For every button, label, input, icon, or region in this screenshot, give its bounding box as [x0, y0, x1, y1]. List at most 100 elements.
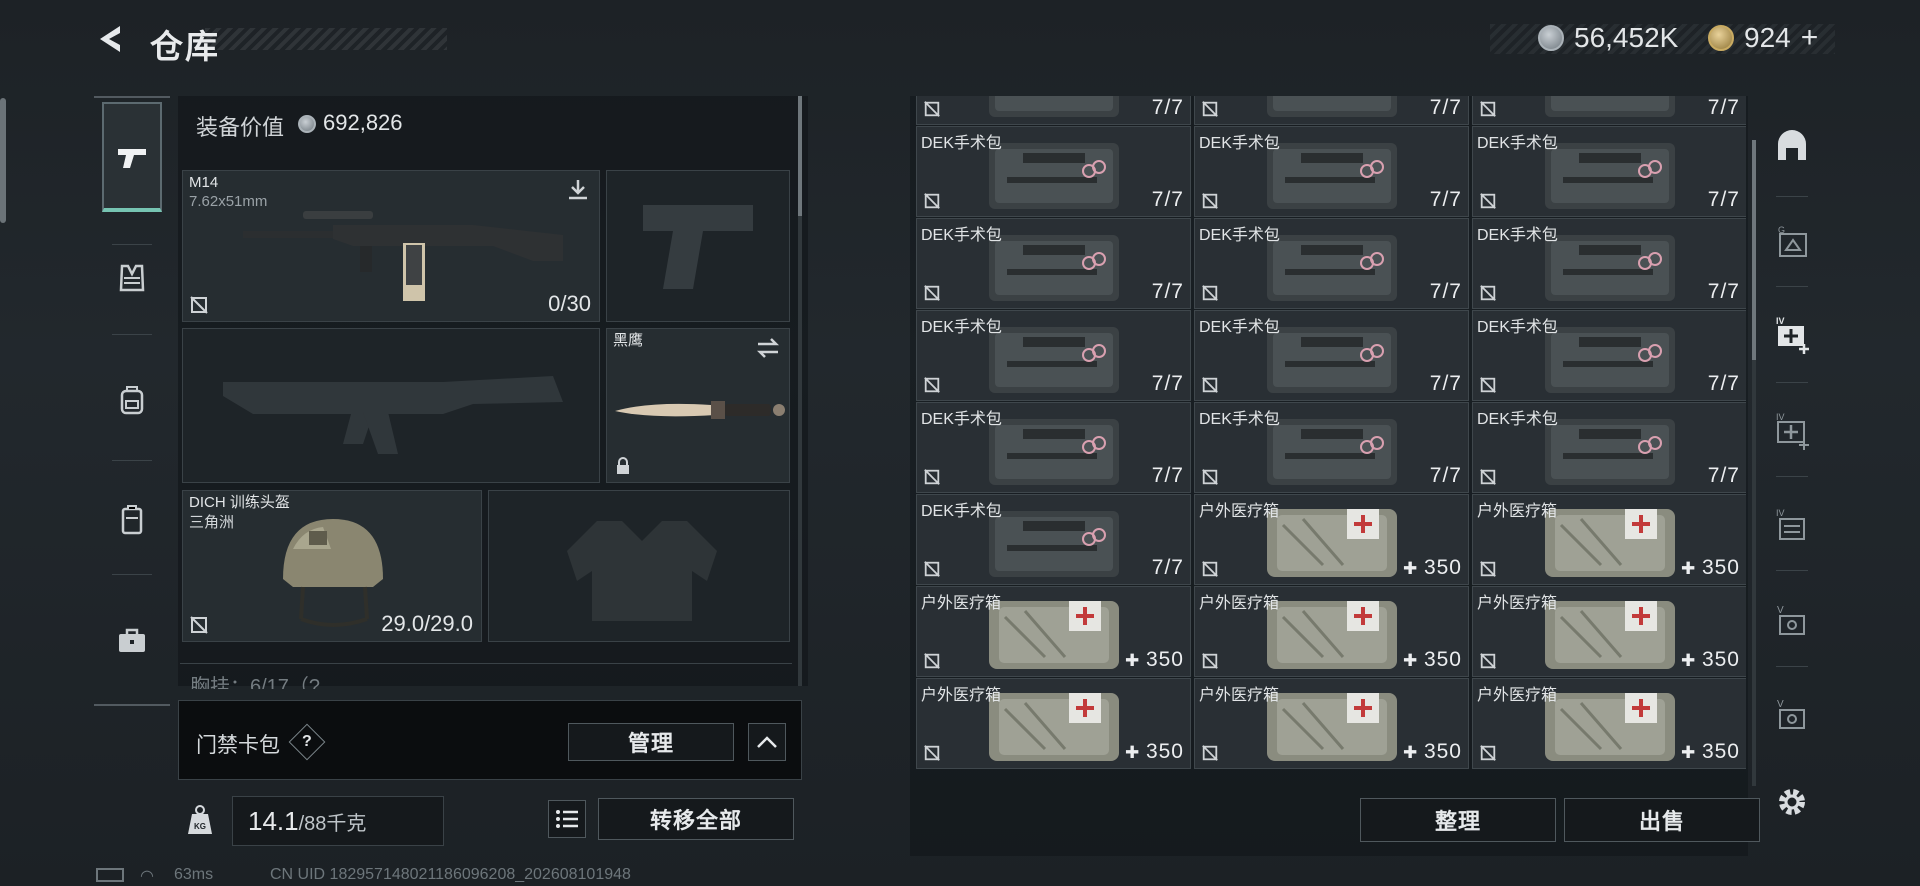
melee-slot[interactable]: 黑鹰	[606, 328, 790, 483]
plus-icon: ✚	[1402, 743, 1424, 762]
collapse-button[interactable]	[748, 723, 786, 761]
download-icon[interactable]	[565, 177, 591, 203]
inventory-item-medical-box[interactable]: 户外医疗箱 ✚ 350	[1194, 678, 1469, 769]
svg-text:KG: KG	[194, 822, 206, 831]
tab-case[interactable]	[102, 490, 162, 550]
inventory-item-medical-box[interactable]: 户外医疗箱 ✚ 350	[1472, 678, 1746, 769]
inventory-item-surgical-kit[interactable]: DEK手术包 7/7	[1472, 402, 1746, 493]
armor-placeholder-icon	[567, 521, 717, 621]
back-arrow-icon[interactable]	[94, 22, 128, 56]
inventory-item-surgical-kit[interactable]: DEK手术包 7/7	[1194, 310, 1469, 401]
inventory-item-surgical-kit[interactable]: DEK手术包 7/7	[1472, 218, 1746, 309]
inventory-item-medical-box[interactable]: 户外医疗箱 ✚ 350	[916, 586, 1191, 677]
pistol-slot-empty[interactable]	[606, 170, 790, 322]
svg-text:IV: IV	[1776, 316, 1785, 326]
item-count: 7/7	[1430, 464, 1462, 488]
chevron-up-icon	[757, 736, 777, 748]
item-count: 7/7	[1152, 280, 1184, 304]
item-count: ✚ 350	[1403, 648, 1462, 672]
inventory-item-medical-box[interactable]: 户外医疗箱 ✚ 350	[1194, 586, 1469, 677]
inventory-item-surgical-kit[interactable]: DEK手术包 7/7	[916, 126, 1191, 217]
tab-toolbox[interactable]	[102, 610, 162, 670]
no-insure-icon	[1202, 653, 1218, 669]
item-count: 7/7	[1430, 96, 1462, 120]
sell-button[interactable]: 出售	[1564, 798, 1760, 842]
item-count: 7/7	[1708, 280, 1740, 304]
silver-currency: 56,452K	[1538, 20, 1678, 56]
rail-item-v-1[interactable]: V	[1770, 600, 1814, 644]
inventory-item-surgical-kit[interactable]: DEK手术包 7/7	[1194, 126, 1469, 217]
inventory-item-surgical-kit[interactable]: DEK手术包 7/7	[1472, 310, 1746, 401]
swap-icon[interactable]	[755, 337, 781, 359]
tab-weapons[interactable]	[102, 102, 162, 212]
inventory-item-surgical-kit[interactable]: 7/7	[1194, 96, 1469, 125]
medical-box-image	[989, 601, 1119, 669]
inventory-item-surgical-kit[interactable]: DEK手术包 7/7	[1194, 402, 1469, 493]
no-insure-icon	[924, 653, 940, 669]
item-name: DEK手术包	[1477, 319, 1558, 336]
category-nav	[94, 96, 170, 706]
gold-currency[interactable]: 924 +	[1708, 20, 1818, 56]
gold-coin-icon	[1708, 25, 1734, 51]
card-pack-label: 门禁卡包	[196, 734, 280, 757]
rail-item-storage-iv[interactable]: IV	[1770, 504, 1814, 548]
rail-item-home[interactable]	[1770, 124, 1814, 168]
settings-button[interactable]	[1770, 780, 1814, 824]
item-count-value: 350	[1423, 556, 1462, 579]
ammo-count: 0/30	[548, 291, 591, 316]
no-insure-icon	[924, 377, 940, 393]
tab-backpack[interactable]	[102, 370, 162, 430]
equipment-scrollbar[interactable]	[798, 96, 802, 216]
silver-coin-icon	[1538, 25, 1564, 51]
inventory-item-medical-box[interactable]: 户外医疗箱 ✚ 350	[1194, 494, 1469, 585]
melee-name: 黑鹰	[613, 332, 644, 349]
rail-item-v-2[interactable]: V	[1770, 694, 1814, 738]
inventory-item-surgical-kit[interactable]: DEK手术包 7/7	[1472, 126, 1746, 217]
armor-slot-empty[interactable]	[488, 490, 790, 642]
item-name: DEK手术包	[1477, 227, 1558, 244]
helmet-durability: 29.0/29.0	[381, 611, 473, 636]
inventory-item-surgical-kit[interactable]: DEK手术包 7/7	[1194, 218, 1469, 309]
inventory-item-surgical-kit[interactable]: 7/7	[916, 96, 1191, 125]
inventory-item-surgical-kit[interactable]: DEK手术包 7/7	[916, 494, 1191, 585]
inventory-scrollbar[interactable]	[1752, 140, 1756, 360]
helmet-faction: 三角洲	[189, 514, 235, 531]
inventory-item-surgical-kit[interactable]: DEK手术包 7/7	[916, 310, 1191, 401]
primary-weapon-slot[interactable]: M14 7.62x51mm 0/30	[182, 170, 600, 322]
storage-rail: G IV IV IV V V	[1762, 96, 1822, 815]
inventory-item-surgical-kit[interactable]: DEK手术包 7/7	[916, 402, 1191, 493]
silver-coin-icon	[298, 115, 316, 133]
item-count-value: 7/7	[1429, 96, 1462, 119]
rail-item-medical-iv[interactable]: IV	[1770, 312, 1814, 356]
medical-box-image	[1545, 693, 1675, 761]
add-gold-icon[interactable]: +	[1801, 21, 1819, 55]
item-name: DEK手术包	[1199, 135, 1280, 152]
item-count: ✚ 350	[1403, 556, 1462, 580]
helmet-slot[interactable]: DICH 训练头盔 三角洲 29.0/29.0	[182, 490, 482, 642]
list-view-button[interactable]	[548, 800, 586, 838]
case-icon	[121, 505, 143, 535]
tidy-button[interactable]: 整理	[1360, 798, 1556, 842]
secondary-weapon-slot-empty[interactable]	[182, 328, 600, 483]
rifle-placeholder-icon	[223, 376, 563, 454]
inventory-item-medical-box[interactable]: 户外医疗箱 ✚ 350	[916, 678, 1191, 769]
rail-item-gear[interactable]: G	[1770, 220, 1814, 264]
plus-icon: ✚	[1402, 559, 1424, 578]
manage-button[interactable]: 管理	[568, 723, 734, 761]
no-insure-icon	[924, 469, 940, 485]
transfer-all-button[interactable]: 转移全部	[598, 798, 794, 840]
item-count-value: 350	[1145, 648, 1184, 671]
inventory-item-surgical-kit[interactable]: DEK手术包 7/7	[916, 218, 1191, 309]
list-icon	[556, 810, 578, 828]
inventory-item-surgical-kit[interactable]: 7/7	[1472, 96, 1746, 125]
item-name: 户外医疗箱	[921, 595, 1002, 612]
surgical-kit-image	[989, 96, 1119, 117]
rifle-image	[243, 211, 563, 301]
tab-chest-rig[interactable]	[102, 248, 162, 308]
inventory-item-medical-box[interactable]: 户外医疗箱 ✚ 350	[1472, 494, 1746, 585]
svg-text:IV: IV	[1776, 508, 1785, 518]
chest-rig-row[interactable]: 胸挂：6/17（?	[180, 663, 792, 689]
rail-item-medical-iv-2[interactable]: IV	[1770, 408, 1814, 452]
no-insure-icon	[190, 296, 208, 314]
inventory-item-medical-box[interactable]: 户外医疗箱 ✚ 350	[1472, 586, 1746, 677]
